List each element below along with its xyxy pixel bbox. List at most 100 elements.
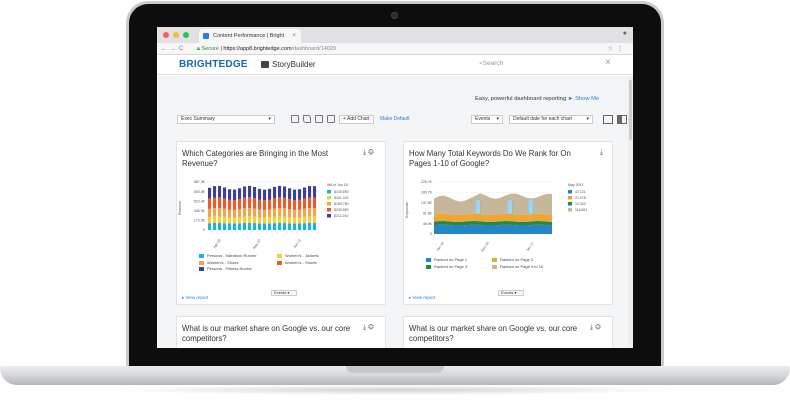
- bar-segment: [298, 199, 302, 210]
- legend-item[interactable]: Persona - Marathon Runner: [199, 253, 277, 258]
- make-default-link[interactable]: Make Default: [380, 116, 409, 122]
- legend-label: Women's - Jackets: [285, 253, 319, 258]
- bar-segment: [308, 222, 312, 230]
- event-marker: [475, 199, 481, 215]
- storybuilder-link[interactable]: StoryBuilder: [261, 60, 316, 69]
- dashboard-select-value: Exec Summary: [181, 116, 215, 122]
- download-icon[interactable]: ⤓: [590, 324, 593, 331]
- chart-card-market-share-2: What is our market share on Google vs. o…: [403, 316, 613, 348]
- bar-segment: [213, 186, 217, 198]
- window-controls: [163, 32, 189, 38]
- view-report-link[interactable]: ▸ View report: [182, 295, 208, 301]
- camera-icon: [391, 12, 398, 19]
- bar-segment: [273, 186, 277, 199]
- profile-icon[interactable]: ●: [623, 30, 627, 37]
- browser-tab[interactable]: Content Performance | Bright ×: [199, 29, 301, 43]
- nav-buttons[interactable]: ←→C: [161, 43, 186, 55]
- dashboard-content: Easy, powerful dashboard reporting ► Sho…: [157, 76, 633, 348]
- legend-item[interactable]: Women's - Jackets: [277, 253, 355, 258]
- legend-swatch: [492, 264, 497, 269]
- bar-segment: [233, 217, 237, 224]
- scrollbar[interactable]: [628, 76, 633, 348]
- legend-label: Ranked on Page 3: [434, 263, 468, 269]
- card-actions[interactable]: ⤓ ⚙: [363, 149, 374, 157]
- laptop-shadow: [110, 385, 680, 395]
- tab-close-icon[interactable]: ×: [292, 29, 296, 43]
- bar-segment: [238, 209, 242, 218]
- bar-segment: [258, 217, 262, 224]
- calendar-icon[interactable]: [291, 115, 299, 123]
- brand-logo[interactable]: BRIGHTEDGE: [179, 59, 248, 70]
- y-tick-label: 346.9K: [194, 209, 206, 213]
- y-tick-label: 228.7K: [421, 180, 433, 184]
- download-icon[interactable]: ⤓: [363, 149, 366, 156]
- legend-swatch: [568, 208, 572, 212]
- bar-segment: [268, 209, 272, 218]
- legend-item[interactable]: Ranked on Page 4 to 10: [492, 264, 558, 269]
- bar-segment: [298, 209, 302, 218]
- bar-segment: [283, 208, 287, 217]
- edit-icon[interactable]: [303, 115, 311, 123]
- maximize-window-button[interactable]: [183, 32, 189, 38]
- legend-value: $189,780: [334, 202, 349, 206]
- bar-segment: [233, 189, 237, 201]
- legend-item[interactable]: Ranked on Page 1: [426, 257, 492, 262]
- date-select[interactable]: Default date for each chart ▾: [509, 115, 593, 124]
- bar-segment: [278, 216, 282, 223]
- card-actions[interactable]: ⤓ ⚙: [590, 324, 601, 332]
- chevron-down-icon: ▾: [586, 116, 589, 122]
- url-field[interactable]: 🔒︎ Secure | https://app8.brightedge.com/…: [197, 43, 336, 55]
- date-select-value: Default date for each chart: [513, 116, 572, 122]
- download-icon[interactable]: ⤓: [363, 324, 366, 331]
- pdf-icon[interactable]: [327, 115, 335, 123]
- bar-segment: [288, 199, 292, 210]
- download-icon[interactable]: ⤓: [600, 149, 603, 156]
- search-close-icon[interactable]: ×: [605, 57, 611, 68]
- legend-row: Ranked on Page 3 Ranked on Page 4 to 10: [426, 264, 606, 271]
- y-tick-label: 0: [203, 228, 205, 232]
- view-report-link[interactable]: ▸ View report: [409, 295, 435, 301]
- bar-segment: [243, 223, 247, 230]
- bar-segment: [283, 186, 287, 198]
- card-actions[interactable]: ⤓ ⚙: [363, 324, 374, 332]
- chart-card-keywords: How Many Total Keywords Do We Rank for O…: [403, 141, 613, 305]
- bar-segment: [223, 198, 227, 209]
- minimize-window-button[interactable]: [173, 32, 179, 38]
- gear-icon[interactable]: ⚙: [595, 324, 601, 331]
- email-icon[interactable]: [315, 115, 323, 123]
- bar-segment: [228, 223, 232, 230]
- layout-one-column-icon[interactable]: [603, 115, 613, 124]
- legend-item[interactable]: Ranked on Page 2: [492, 257, 558, 262]
- legend-item[interactable]: Women's - Shoes: [199, 260, 277, 265]
- bar-segment: [283, 197, 287, 209]
- card-events-label: Events: [501, 290, 514, 295]
- gear-icon[interactable]: ⚙: [368, 149, 374, 156]
- card-events-select[interactable]: Events ▾: [498, 290, 524, 296]
- show-me-link[interactable]: ► Show Me: [568, 96, 600, 102]
- layout-two-column-icon[interactable]: [617, 115, 627, 124]
- close-window-button[interactable]: [163, 32, 169, 38]
- legend-label: Persona - Fitness Novice: [207, 266, 252, 271]
- events-select[interactable]: Events ▾: [471, 115, 503, 124]
- search-field[interactable]: ⌕Search: [479, 60, 503, 68]
- legend-swatch: [426, 258, 431, 262]
- promo-banner: Easy, powerful dashboard reporting ► Sho…: [475, 96, 599, 102]
- gear-icon[interactable]: ⚙: [368, 324, 374, 331]
- bar-segment: [263, 223, 267, 230]
- card-events-select[interactable]: Events ▾: [271, 290, 297, 296]
- bar-segment: [273, 208, 277, 217]
- browser-tab-bar: Content Performance | Bright × ●: [157, 27, 633, 43]
- bar-segment: [303, 208, 307, 217]
- chevron-down-icon: ▾: [496, 116, 499, 122]
- card-actions[interactable]: ⤓: [600, 149, 603, 157]
- legend-item[interactable]: Ranked on Page 3: [426, 264, 492, 269]
- bar-segment: [218, 216, 222, 223]
- legend-item[interactable]: Women's - Shorts: [277, 260, 355, 265]
- bar-segment: [303, 223, 307, 230]
- browser-menu-icons[interactable]: ☆⋮: [608, 43, 627, 55]
- add-chart-button[interactable]: + Add Chart: [339, 115, 374, 124]
- dashboard-select[interactable]: Exec Summary ▾: [177, 115, 275, 124]
- legend-value: 10,302: [575, 202, 586, 206]
- x-tick-label: Jan 16: [436, 241, 445, 252]
- legend-item[interactable]: Persona - Fitness Novice: [199, 266, 277, 271]
